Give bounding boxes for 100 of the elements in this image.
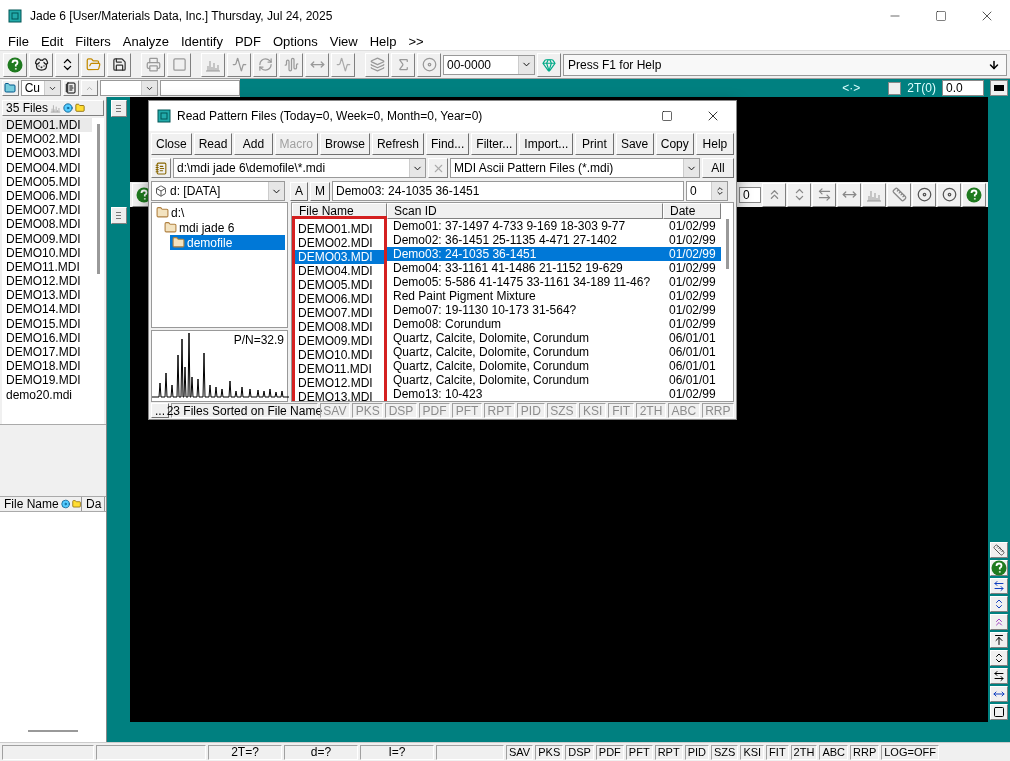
file-name-cell[interactable]: DEMO12.MDI bbox=[295, 376, 384, 390]
spinner-button[interactable] bbox=[81, 80, 98, 96]
file-name-cell[interactable]: DEMO09.MDI bbox=[295, 334, 384, 348]
file-list-item[interactable]: DEMO17.MDI bbox=[2, 345, 92, 360]
file-list-item[interactable]: DEMO11.MDI bbox=[2, 259, 92, 275]
list-view-button[interactable] bbox=[151, 158, 171, 178]
grip-button[interactable] bbox=[110, 100, 127, 117]
file-name-cell[interactable]: DEMO06.MDI bbox=[295, 292, 384, 306]
menu-item[interactable]: Help bbox=[363, 33, 403, 49]
file-list-item[interactable]: DEMO18.MDI bbox=[2, 359, 92, 374]
all-button[interactable]: All bbox=[702, 158, 734, 178]
pattern-combo[interactable]: 00-0000 bbox=[443, 54, 535, 75]
column-header[interactable]: Da bbox=[82, 497, 105, 511]
dialog-button[interactable]: Help bbox=[695, 132, 734, 155]
number-spinner[interactable]: 0 bbox=[686, 181, 728, 201]
zero-checkbox[interactable] bbox=[888, 81, 902, 95]
file-name-cell[interactable]: DEMO11.MDI bbox=[295, 362, 384, 376]
m-button[interactable]: M bbox=[310, 181, 330, 201]
dialog-button[interactable]: Browse bbox=[319, 132, 370, 155]
zero-input[interactable]: 0.0 bbox=[942, 80, 984, 96]
file-list-item[interactable]: DEMO03.MDI bbox=[2, 146, 92, 161]
side-tool-button[interactable] bbox=[990, 650, 1008, 666]
side-tool-button[interactable] bbox=[990, 578, 1008, 594]
file-list-item[interactable]: DEMO15.MDI bbox=[2, 316, 92, 331]
side-tool-button[interactable] bbox=[990, 704, 1008, 720]
file-list-item[interactable]: DEMO19.MDI bbox=[2, 373, 92, 388]
menu-item[interactable]: Filters bbox=[69, 33, 117, 49]
scrollbar-thumb[interactable] bbox=[725, 219, 729, 269]
file-name-cell[interactable]: DEMO05.MDI bbox=[295, 278, 384, 292]
file-name-cell[interactable]: DEMO04.MDI bbox=[295, 264, 384, 278]
file-list-item[interactable]: DEMO16.MDI bbox=[2, 330, 92, 345]
dialog-button[interactable]: Add bbox=[234, 132, 273, 155]
file-name-cell[interactable]: DEMO10.MDI bbox=[295, 348, 384, 362]
menu-item[interactable]: >> bbox=[402, 33, 430, 49]
file-name-cell[interactable]: DEMO01.MDI bbox=[295, 222, 384, 236]
file-list-item[interactable]: DEMO04.MDI bbox=[2, 160, 92, 175]
scrollbar-thumb[interactable] bbox=[28, 730, 78, 732]
file-list-item[interactable]: DEMO13.MDI bbox=[2, 288, 92, 303]
radiation-combo[interactable]: Cu bbox=[20, 80, 61, 96]
dialog-button[interactable]: Refresh bbox=[371, 132, 424, 155]
menu-item[interactable]: Identify bbox=[175, 33, 229, 49]
side-tool-button[interactable] bbox=[990, 596, 1008, 612]
side-tool-button[interactable] bbox=[990, 668, 1008, 684]
file-name-cell[interactable]: DEMO13.MDI bbox=[295, 390, 384, 401]
file-name-cell[interactable]: DEMO07.MDI bbox=[295, 306, 384, 320]
toolbar-button[interactable] bbox=[912, 182, 936, 207]
dialog-button[interactable]: Filter... bbox=[471, 132, 518, 155]
file-list-item[interactable]: DEMO09.MDI bbox=[2, 231, 92, 246]
file-name-cell[interactable]: DEMO08.MDI bbox=[295, 320, 384, 334]
help-button[interactable] bbox=[3, 52, 27, 77]
menu-item[interactable]: Edit bbox=[34, 33, 70, 49]
toolbar-button[interactable] bbox=[29, 52, 53, 77]
menu-item[interactable]: Options bbox=[266, 33, 324, 49]
dialog-button[interactable]: Save bbox=[615, 132, 654, 155]
scan-id-field[interactable]: Demo03: 24-1035 36-1451 bbox=[332, 181, 684, 201]
file-list-item[interactable]: DEMO06.MDI bbox=[2, 188, 92, 204]
column-header[interactable]: File Name bbox=[0, 497, 82, 511]
file-name-cell[interactable]: DEMO02.MDI bbox=[295, 236, 384, 250]
file-list-header[interactable]: 35 Files bbox=[2, 100, 104, 116]
path-combo[interactable]: d:\mdi jade 6\demofile\*.mdi bbox=[173, 158, 426, 178]
toolbar-button[interactable] bbox=[937, 182, 961, 207]
scrollbar-thumb[interactable] bbox=[96, 124, 100, 274]
display-button[interactable] bbox=[990, 80, 1008, 96]
dialog-button[interactable]: Close bbox=[151, 132, 192, 155]
dialog-button[interactable]: Find... bbox=[425, 132, 470, 155]
file-list-item[interactable]: DEMO08.MDI bbox=[2, 217, 92, 232]
file-list-item[interactable]: demo20.mdi bbox=[2, 387, 92, 402]
grip-button[interactable] bbox=[110, 207, 127, 224]
gem-button[interactable] bbox=[537, 52, 561, 77]
menu-item[interactable]: Analyze bbox=[116, 33, 175, 49]
column-header[interactable]: Scan ID bbox=[387, 203, 663, 219]
column-header[interactable]: Date bbox=[663, 203, 721, 219]
dialog-button[interactable]: Copy bbox=[655, 132, 694, 155]
dialog-button[interactable]: Read bbox=[193, 132, 233, 155]
file-list-item[interactable]: DEMO14.MDI bbox=[2, 302, 92, 317]
a-button[interactable]: A bbox=[290, 181, 308, 201]
file-list-item[interactable]: DEMO07.MDI bbox=[2, 203, 92, 218]
notes-button[interactable] bbox=[62, 80, 80, 96]
menu-item[interactable]: PDF bbox=[228, 33, 267, 49]
side-tool-button[interactable] bbox=[990, 542, 1008, 558]
menu-item[interactable]: View bbox=[323, 33, 364, 49]
drive-combo[interactable]: d: [DATA] bbox=[151, 181, 285, 201]
folder-button[interactable] bbox=[2, 80, 19, 96]
toolbar-button[interactable] bbox=[55, 52, 79, 77]
dialog-button[interactable]: Import... bbox=[519, 132, 574, 155]
folder-tree-item[interactable]: mdi jade 6 bbox=[162, 220, 285, 235]
file-list-item[interactable]: DEMO01.MDI bbox=[2, 118, 92, 133]
value-field[interactable]: 0 bbox=[739, 186, 761, 203]
input-field[interactable] bbox=[160, 80, 240, 96]
toolbar-button[interactable] bbox=[107, 52, 131, 77]
file-type-combo[interactable]: MDI Ascii Pattern Files (*.mdi) bbox=[450, 158, 700, 178]
help-button[interactable] bbox=[962, 182, 986, 207]
file-list-item[interactable]: DEMO10.MDI bbox=[2, 245, 92, 260]
folder-tree-item[interactable]: d:\ bbox=[154, 205, 285, 220]
side-tool-button[interactable] bbox=[990, 686, 1008, 702]
folder-tree-item[interactable]: demofile bbox=[170, 235, 285, 250]
side-tool-button[interactable] bbox=[990, 632, 1008, 648]
clear-button[interactable] bbox=[428, 158, 448, 178]
dialog-button[interactable]: Print bbox=[575, 132, 614, 155]
file-list-item[interactable]: DEMO02.MDI bbox=[2, 132, 92, 147]
